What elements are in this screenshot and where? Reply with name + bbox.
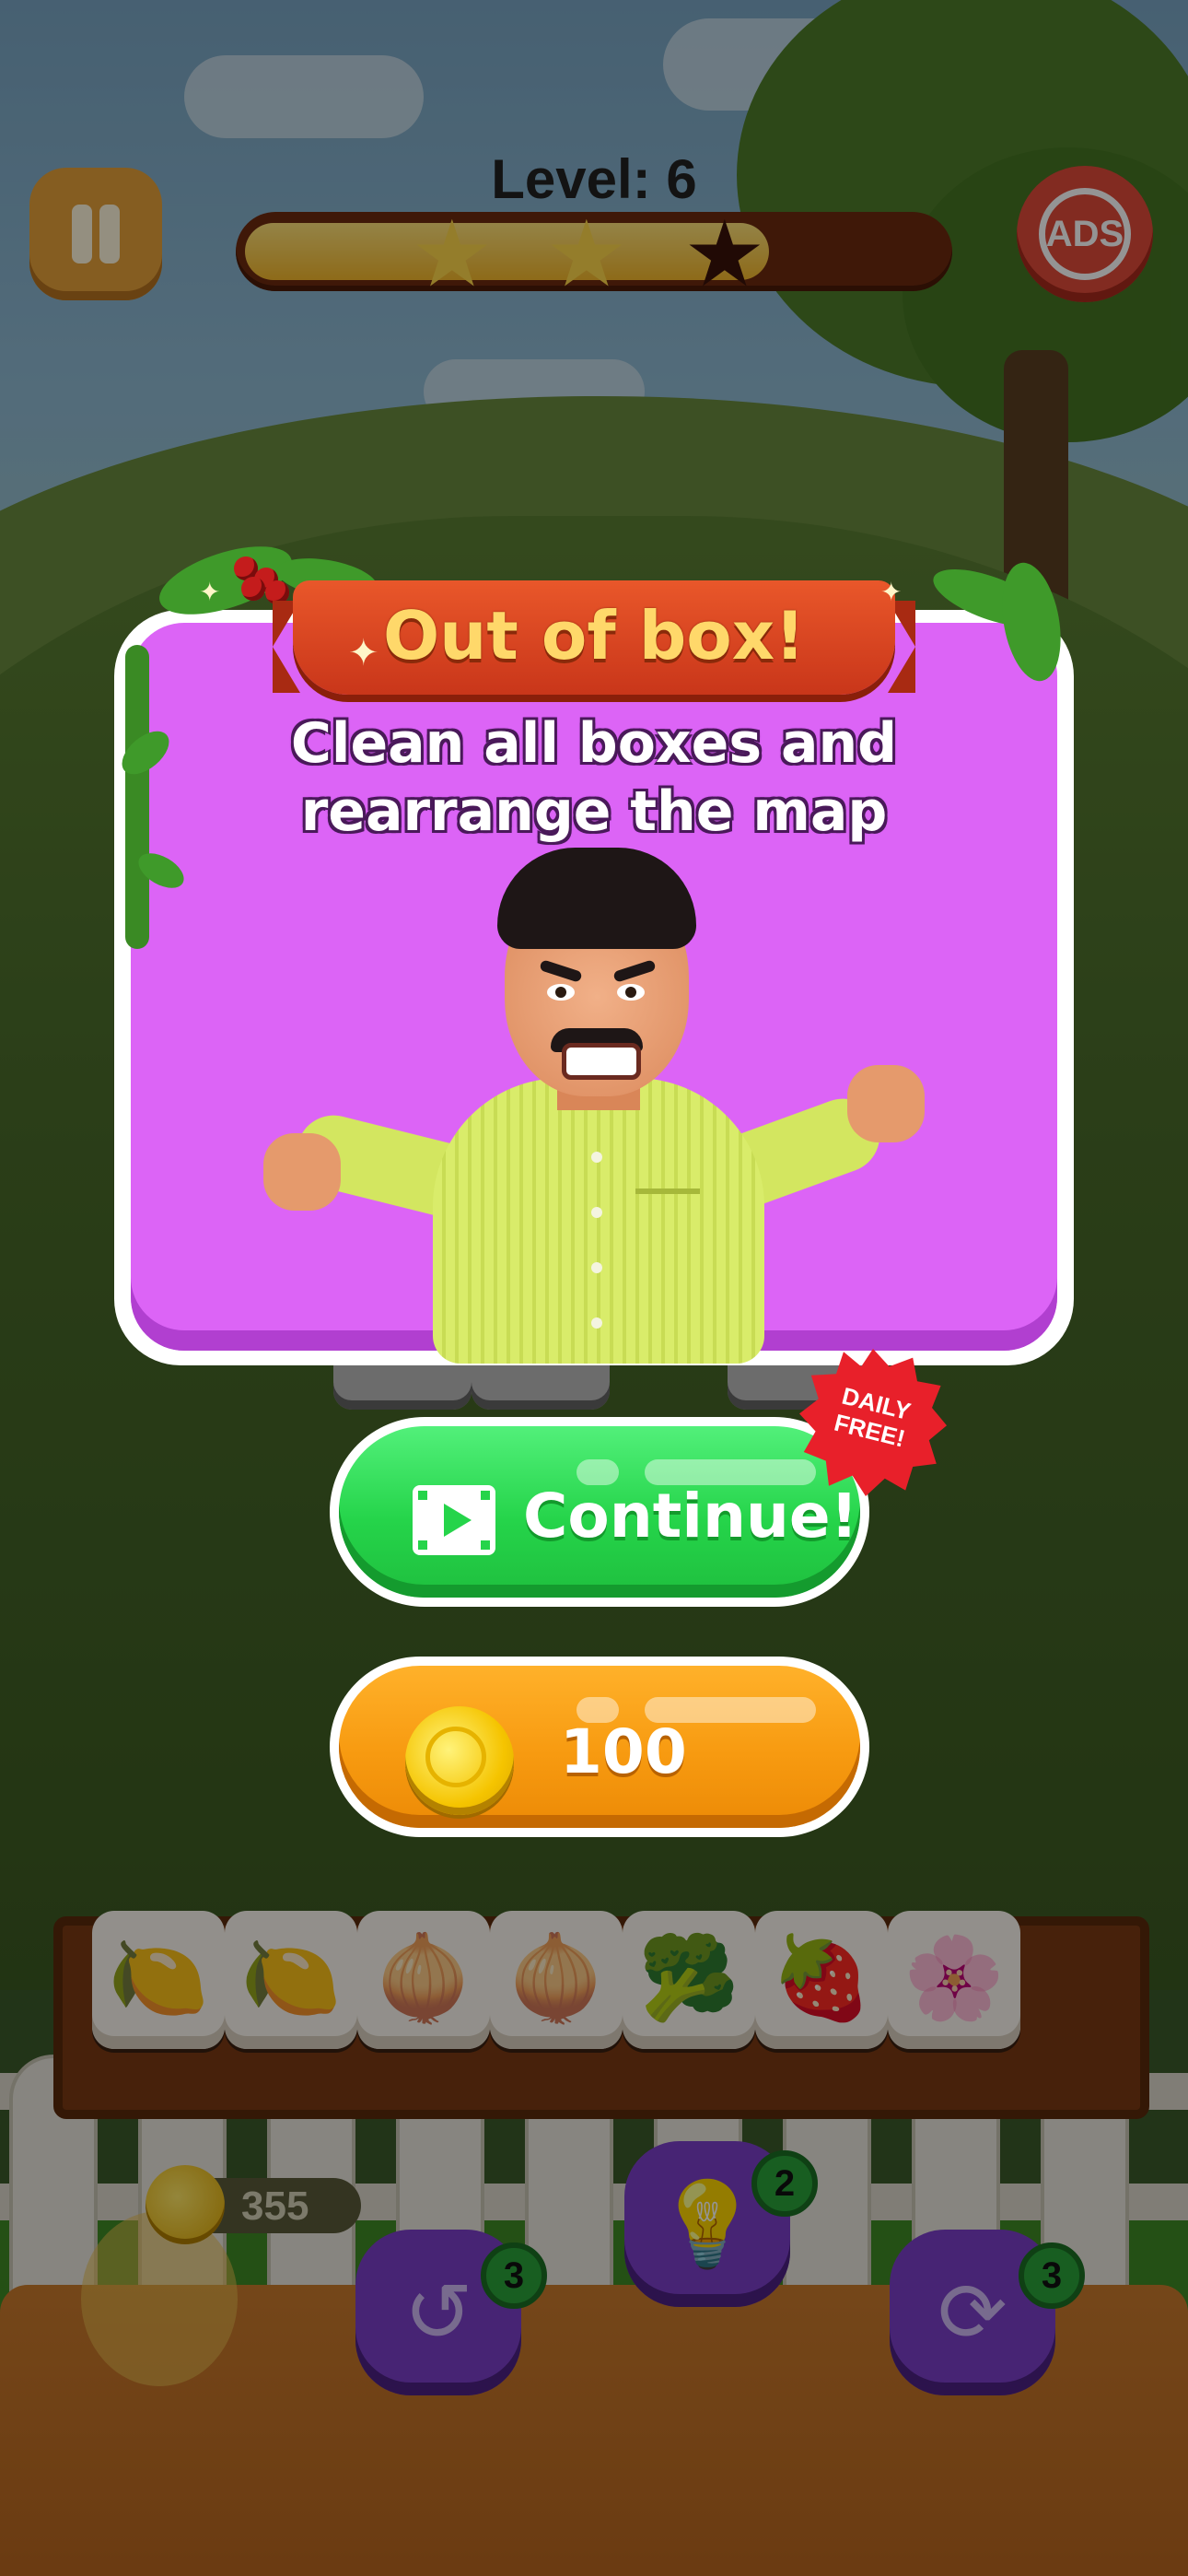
film-hole: [418, 1491, 427, 1500]
shirt-button: [591, 1262, 602, 1273]
continue-with-coins-button[interactable]: 100: [330, 1657, 869, 1837]
continue-button-face: Continue!: [339, 1426, 860, 1598]
character-eye: [547, 984, 575, 1001]
daily-free-badge: DAILY FREE!: [799, 1349, 947, 1496]
angry-man-character: [258, 848, 930, 1364]
shirt-button: [591, 1207, 602, 1218]
character-fist: [847, 1065, 925, 1142]
film-hole: [481, 1491, 490, 1500]
character-mouth: [562, 1043, 641, 1080]
vine-decoration: [125, 645, 149, 949]
coin-icon: [405, 1706, 514, 1815]
character-hair: [497, 848, 696, 949]
dialog-message: Clean all boxes and rearrange the map: [184, 709, 1004, 846]
coin-cost-label: 100: [560, 1716, 687, 1787]
film-hole: [481, 1540, 490, 1550]
shirt-button: [591, 1152, 602, 1163]
board-tile: [333, 1358, 472, 1410]
coin-button-face: 100: [339, 1666, 860, 1828]
dialog-message-line: Clean all boxes and: [290, 711, 898, 776]
sparkle-icon: ✦: [880, 577, 903, 607]
dialog-message-line: rearrange the map: [300, 779, 888, 844]
character-eye: [617, 984, 645, 1001]
board-tile: [472, 1358, 610, 1410]
shirt-button: [591, 1317, 602, 1329]
continue-button[interactable]: Continue!: [330, 1417, 869, 1607]
sparkle-icon: ✦: [199, 577, 221, 607]
sparkle-icon: ✦: [348, 632, 379, 674]
shirt-pocket: [635, 1188, 700, 1194]
character-fist: [263, 1133, 341, 1211]
berry-decoration: [241, 577, 265, 601]
dialog-title: Out of box!: [382, 597, 806, 674]
film-hole: [418, 1540, 427, 1550]
video-ad-icon: [413, 1485, 495, 1555]
